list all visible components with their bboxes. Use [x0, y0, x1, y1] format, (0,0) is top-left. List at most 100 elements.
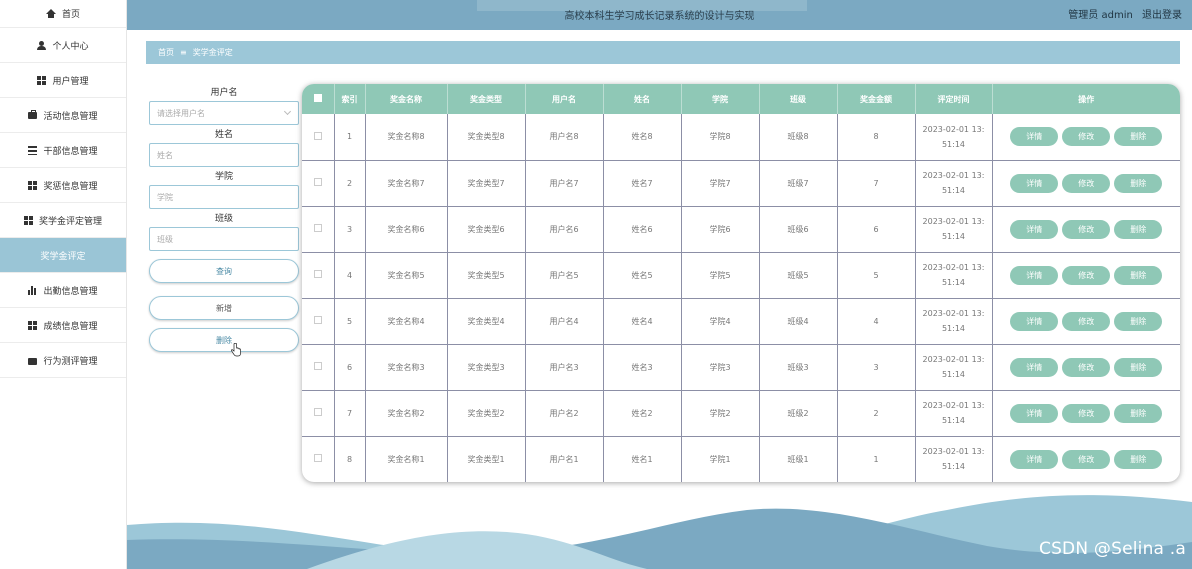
actions-cell: 详情 修改 删除 [992, 206, 1180, 253]
sidebar-item-label: 干部信息管理 [43, 146, 98, 157]
edit-button[interactable]: 修改 [1062, 219, 1111, 239]
actions-cell: 详情 修改 删除 [992, 390, 1180, 437]
username-placeholder: 请选择用户名 [157, 108, 205, 118]
sidebar-item-home[interactable]: 首页 [0, 0, 126, 28]
sidebar-item-rewards[interactable]: 奖惩信息管理 [0, 168, 126, 203]
row-select-cell[interactable] [302, 206, 335, 253]
award-type-cell: 奖金类型5 [447, 252, 526, 299]
row-checkbox[interactable] [313, 408, 322, 416]
time-cell: 2023-02-01 13: 51:14 [915, 436, 993, 482]
row-checkbox[interactable] [313, 362, 322, 370]
list-icon [28, 145, 38, 155]
row-delete-button[interactable]: 删除 [1114, 219, 1163, 239]
row-checkbox[interactable] [313, 454, 322, 463]
row-select-cell[interactable] [302, 114, 335, 161]
detail-button[interactable]: 详情 [1010, 265, 1059, 285]
row-select-cell[interactable] [302, 436, 335, 482]
college-cell: 学院3 [681, 344, 760, 391]
row-delete-button[interactable]: 删除 [1114, 311, 1163, 331]
detail-button[interactable]: 详情 [1010, 173, 1059, 193]
class-cell: 班级5 [759, 252, 838, 299]
row-checkbox[interactable] [313, 178, 322, 186]
actions-cell: 详情 修改 删除 [992, 252, 1180, 299]
row-select-cell[interactable] [302, 252, 335, 299]
row-delete-button[interactable]: 删除 [1114, 127, 1163, 147]
row-checkbox[interactable] [313, 316, 322, 324]
row-delete-button[interactable]: 删除 [1114, 357, 1163, 377]
sidebar-item-attendance[interactable]: 出勤信息管理 [0, 273, 126, 308]
edit-button[interactable]: 修改 [1062, 265, 1111, 285]
sidebar-item-grades[interactable]: 成绩信息管理 [0, 308, 126, 343]
username-select[interactable]: 请选择用户名 [149, 101, 299, 125]
detail-button[interactable]: 详情 [1010, 311, 1059, 331]
row-delete-button[interactable]: 删除 [1114, 173, 1163, 193]
sidebar-item-label: 用户管理 [52, 76, 89, 87]
college-input[interactable]: 学院 [149, 185, 299, 209]
row-select-cell[interactable] [302, 344, 335, 391]
detail-button[interactable]: 详情 [1010, 219, 1059, 239]
row-delete-button[interactable]: 删除 [1114, 403, 1163, 423]
time-cell: 2023-02-01 13: 51:14 [915, 114, 993, 161]
amount-cell: 3 [837, 344, 916, 391]
edit-button[interactable]: 修改 [1062, 403, 1111, 423]
add-button[interactable]: 新增 [149, 296, 299, 320]
time-clock: 51:14 [941, 462, 966, 472]
row-select-cell[interactable] [302, 160, 335, 207]
row-checkbox[interactable] [313, 131, 322, 140]
index-cell: 7 [334, 390, 366, 437]
time-cell: 2023-02-01 13: 51:14 [915, 160, 993, 207]
index-cell: 6 [334, 344, 366, 391]
detail-button[interactable]: 详情 [1010, 449, 1059, 469]
name-cell: 姓名7 [603, 160, 682, 207]
chevron-down-icon [283, 107, 292, 116]
sidebar-item-users[interactable]: 用户管理 [0, 63, 126, 98]
sidebar-item-label: 奖惩信息管理 [43, 181, 98, 192]
sidebar-item-label: 出勤信息管理 [43, 286, 98, 297]
sidebar-item-scholarship-evaluation[interactable]: 奖学金评定 [0, 238, 126, 273]
grid-icon [37, 75, 47, 85]
index-cell: 2 [334, 160, 366, 207]
row-delete-button[interactable]: 删除 [1114, 265, 1163, 285]
row-delete-button[interactable]: 删除 [1114, 449, 1163, 469]
time-date: 2023-02-01 13: [922, 309, 985, 318]
select-all-checkbox[interactable] [313, 94, 322, 102]
sidebar-item-scholarship-management[interactable]: 奖学金评定管理 [0, 203, 126, 238]
bar-chart-icon [28, 285, 38, 295]
username-cell: 用户名1 [525, 436, 604, 482]
detail-button[interactable]: 详情 [1010, 127, 1059, 147]
breadcrumb-separator: ≡ [180, 48, 187, 57]
sidebar-item-activities[interactable]: 活动信息管理 [0, 98, 126, 133]
select-all-header[interactable] [302, 84, 335, 114]
username-cell: 用户名3 [525, 344, 604, 391]
edit-button[interactable]: 修改 [1062, 311, 1111, 331]
edit-button[interactable]: 修改 [1062, 449, 1111, 469]
sidebar-item-profile[interactable]: 个人中心 [0, 28, 126, 63]
logout-link[interactable]: 退出登录 [1142, 10, 1182, 21]
query-button[interactable]: 查询 [149, 259, 299, 283]
row-checkbox[interactable] [313, 224, 322, 232]
row-select-cell[interactable] [302, 298, 335, 345]
column-header: 奖金名称 [365, 84, 448, 114]
class-input[interactable]: 班级 [149, 227, 299, 251]
breadcrumb-home[interactable]: 首页 [158, 47, 174, 58]
class-cell: 班级2 [759, 390, 838, 437]
actions-cell: 详情 修改 删除 [992, 436, 1180, 482]
detail-button[interactable]: 详情 [1010, 403, 1059, 423]
sidebar-item-cadres[interactable]: 干部信息管理 [0, 133, 126, 168]
time-cell: 2023-02-01 13: 51:14 [915, 390, 993, 437]
delete-button[interactable]: 删除 [149, 328, 299, 352]
award-name-cell: 奖金名称1 [365, 436, 448, 482]
sidebar-item-behavior[interactable]: 行为测评管理 [0, 343, 126, 378]
table-row: 3 奖金名称6 奖金类型6 用户名6 姓名6 学院6 班级6 6 2023-02-01 13: 5… [302, 206, 1180, 253]
award-type-cell: 奖金类型4 [447, 298, 526, 345]
row-select-cell[interactable] [302, 390, 335, 437]
name-input[interactable]: 姓名 [149, 143, 299, 167]
row-checkbox[interactable] [313, 270, 322, 278]
detail-button[interactable]: 详情 [1010, 357, 1059, 377]
name-cell: 姓名8 [603, 114, 682, 161]
edit-button[interactable]: 修改 [1062, 173, 1111, 193]
time-cell: 2023-02-01 13: 51:14 [915, 206, 993, 253]
name-cell: 姓名5 [603, 252, 682, 299]
edit-button[interactable]: 修改 [1062, 357, 1111, 377]
edit-button[interactable]: 修改 [1062, 127, 1111, 147]
